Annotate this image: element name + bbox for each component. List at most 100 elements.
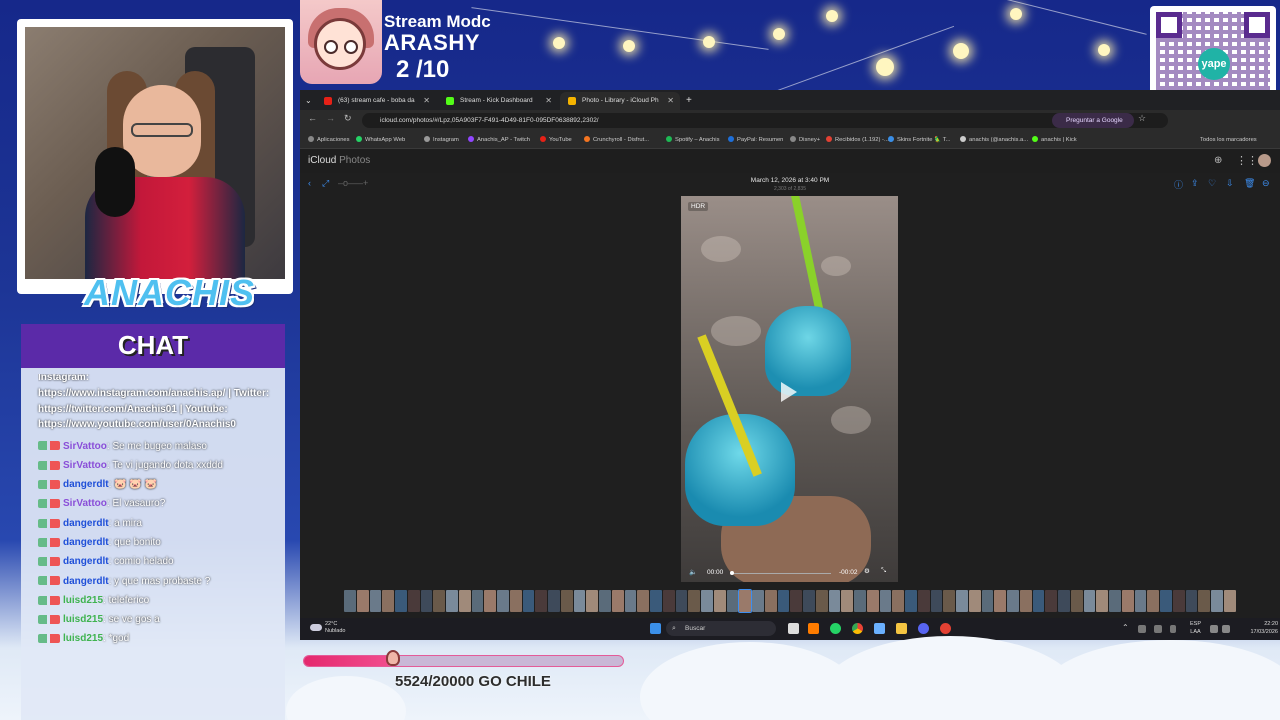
filmstrip-thumbnail[interactable] xyxy=(1198,590,1210,612)
filmstrip-thumbnail[interactable] xyxy=(1109,590,1121,612)
more-icon[interactable]: ⊖ xyxy=(1262,178,1270,189)
bookmark-item[interactable]: Spotify – Anachis xyxy=(666,131,719,149)
fullscreen-icon[interactable]: ⤢ xyxy=(322,178,329,189)
filmstrip-thumbnail[interactable] xyxy=(1096,590,1108,612)
bookmark-item[interactable]: WhatsApp Web xyxy=(356,131,405,149)
volume-icon[interactable] xyxy=(1222,625,1230,633)
filmstrip-thumbnail[interactable] xyxy=(917,590,930,612)
task-view-icon[interactable] xyxy=(788,623,799,634)
filmstrip-thumbnail[interactable] xyxy=(726,590,739,612)
filmstrip-thumbnail[interactable] xyxy=(344,590,356,612)
filmstrip-thumbnail[interactable] xyxy=(892,590,904,612)
new-tab-button[interactable]: + xyxy=(682,92,698,110)
filmstrip-thumbnail[interactable] xyxy=(382,590,394,612)
settings-icon[interactable]: ⚙ xyxy=(864,567,870,575)
icloud-logo[interactable]: iCloud Photos xyxy=(308,155,370,166)
tray-icon[interactable] xyxy=(1154,625,1162,633)
tab-kick[interactable]: Stream - Kick Dashboard ✕ xyxy=(438,92,558,110)
filmstrip-thumbnail[interactable] xyxy=(484,590,496,612)
reload-icon[interactable]: ↻ xyxy=(344,113,352,124)
forward-icon[interactable]: → xyxy=(326,113,335,123)
expand-icon[interactable]: ⤡ xyxy=(881,567,886,575)
filmstrip-thumbnail[interactable] xyxy=(905,590,917,612)
filmstrip-thumbnail[interactable] xyxy=(675,590,688,612)
filmstrip-thumbnail[interactable] xyxy=(1134,590,1147,612)
filmstrip-thumbnail[interactable] xyxy=(586,590,598,612)
chat-username[interactable]: luisd215 xyxy=(63,614,103,625)
whatsapp-icon[interactable] xyxy=(830,623,841,634)
filmstrip-thumbnail[interactable] xyxy=(395,590,407,612)
filmstrip-thumbnail[interactable] xyxy=(930,590,943,612)
filmstrip-thumbnail[interactable] xyxy=(446,590,458,612)
microphone-icon[interactable] xyxy=(1170,625,1176,633)
filmstrip-thumbnail[interactable] xyxy=(497,590,509,612)
volume-icon[interactable]: 🔈 xyxy=(689,568,697,576)
chat-username[interactable]: dangerdlt xyxy=(63,537,109,548)
bookmark-item[interactable]: Anachis_AP - Twitch xyxy=(468,131,530,149)
ask-google-button[interactable]: Preguntar a Google xyxy=(1052,113,1134,128)
trash-icon[interactable]: 🗑 xyxy=(1244,178,1255,189)
bookmark-item[interactable]: PayPal: Resumen xyxy=(728,131,783,149)
bookmark-item[interactable]: Recibidos (1.192) -... xyxy=(826,131,889,149)
bookmark-item[interactable]: anachis (@anachis.a... xyxy=(960,131,1028,149)
filmstrip-thumbnail[interactable] xyxy=(866,590,879,612)
bookmark-item[interactable]: Crunchyroll - Disfrut... xyxy=(584,131,649,149)
filmstrip-thumbnail[interactable] xyxy=(854,590,866,612)
bookmark-item[interactable]: Skins Fortnite 🦜 T... xyxy=(888,131,951,149)
video-preview[interactable] xyxy=(681,196,898,582)
filmstrip-thumbnail[interactable] xyxy=(828,590,841,612)
filmstrip-thumbnail[interactable] xyxy=(433,590,445,612)
filmstrip-thumbnail[interactable] xyxy=(764,590,777,612)
system-clock[interactable]: 22:20 17/03/2026 xyxy=(1246,620,1278,636)
filmstrip-thumbnail[interactable] xyxy=(573,590,586,612)
filmstrip-thumbnail[interactable] xyxy=(1007,590,1019,612)
filmstrip-thumbnail[interactable] xyxy=(841,590,853,612)
back-icon[interactable]: ← xyxy=(308,113,317,123)
filmstrip-thumbnail[interactable] xyxy=(1172,590,1185,612)
filmstrip-thumbnail[interactable] xyxy=(713,590,726,612)
chat-username[interactable]: dangerdlt xyxy=(63,556,109,567)
info-icon[interactable]: ⓘ xyxy=(1174,178,1183,191)
chat-username[interactable]: SirVattoo xyxy=(63,498,107,509)
filmstrip-thumbnail[interactable] xyxy=(815,590,828,612)
share-icon[interactable]: ⇪ xyxy=(1191,178,1199,189)
filmstrip-thumbnail[interactable] xyxy=(790,590,802,612)
add-icon[interactable]: ⊕ xyxy=(1214,155,1222,166)
filmstrip-thumbnail[interactable] xyxy=(701,590,713,612)
photos-app-icon[interactable] xyxy=(874,623,885,634)
bookmark-item[interactable]: Disney+ xyxy=(790,131,820,149)
adobe-illustrator-icon[interactable] xyxy=(808,623,819,634)
app-icon[interactable] xyxy=(940,623,951,634)
bookmark-item[interactable]: Aplicaciones xyxy=(308,131,350,149)
filmstrip-thumbnail[interactable] xyxy=(1147,590,1159,612)
apps-grid-icon[interactable]: ⋮⋮ xyxy=(1236,154,1258,167)
tray-chevron-icon[interactable]: ⌃ xyxy=(1122,623,1129,632)
filmstrip-thumbnail[interactable] xyxy=(752,590,764,612)
url-field[interactable]: icloud.com/photos/#/Lpz,05A903F7-F491-4D… xyxy=(362,113,1168,128)
taskbar-search[interactable]: ⌕ Buscar xyxy=(666,621,776,636)
filmstrip-thumbnail[interactable] xyxy=(1019,590,1032,612)
chat-username[interactable]: dangerdlt xyxy=(63,518,109,529)
filmstrip-thumbnail[interactable] xyxy=(777,590,790,612)
filmstrip-thumbnail[interactable] xyxy=(981,590,994,612)
filmstrip-thumbnail[interactable] xyxy=(1070,590,1083,612)
filmstrip-thumbnail[interactable] xyxy=(1045,590,1057,612)
filmstrip-thumbnail[interactable] xyxy=(943,590,955,612)
filmstrip-thumbnail[interactable] xyxy=(1058,590,1070,612)
filmstrip-thumbnail[interactable] xyxy=(1223,590,1236,612)
chat-username[interactable]: dangerdlt xyxy=(63,576,109,587)
filmstrip-thumbnail[interactable] xyxy=(624,590,637,612)
language-indicator[interactable]: ESP LAA xyxy=(1190,620,1201,636)
filmstrip-thumbnail[interactable] xyxy=(662,590,675,612)
chat-username[interactable]: dangerdlt xyxy=(63,479,109,490)
chat-username[interactable]: SirVattoo xyxy=(63,441,107,452)
video-scrubber[interactable] xyxy=(731,573,831,574)
chat-username[interactable]: SirVattoo xyxy=(63,460,107,471)
filmstrip-thumbnail[interactable] xyxy=(1185,590,1198,612)
tray-icon[interactable] xyxy=(1138,625,1146,633)
favorite-heart-icon[interactable]: ♡ xyxy=(1208,178,1216,189)
filmstrip-thumbnail[interactable] xyxy=(688,590,700,612)
bookmark-item[interactable]: YouTube xyxy=(540,131,572,149)
filmstrip-thumbnail[interactable] xyxy=(611,590,624,612)
scrubber-handle[interactable] xyxy=(730,571,734,575)
